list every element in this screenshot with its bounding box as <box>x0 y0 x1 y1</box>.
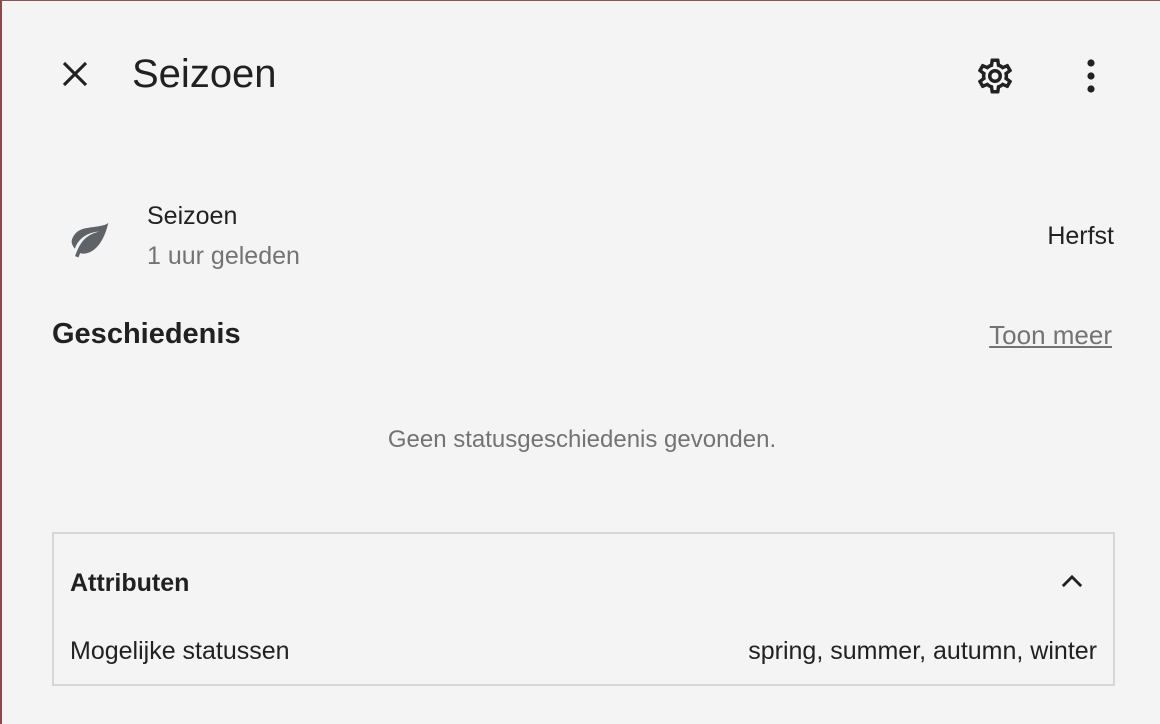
close-button[interactable] <box>50 49 100 99</box>
leaf-icon <box>68 217 112 261</box>
show-more-link[interactable]: Toon meer <box>989 319 1112 351</box>
dialog-header: Seizoen <box>2 1 1160 151</box>
dialog-title: Seizoen <box>132 52 277 96</box>
chevron-up-icon <box>1058 567 1086 595</box>
entity-state-row: Seizoen 1 uur geleden Herfst <box>52 197 1114 277</box>
attribute-label: Mogelijke statussen <box>70 637 290 665</box>
empty-history-message: Geen statusgeschiedenis gevonden. <box>387 426 777 453</box>
attributes-panel: Attributen Mogelijke statussen spring, s… <box>52 532 1115 686</box>
entity-name: Seizoen <box>147 202 238 230</box>
more-info-dialog: Seizoen Seizoen 1 uur geleden Herfst Ges… <box>0 0 1160 724</box>
close-icon <box>58 57 92 91</box>
last-changed-time[interactable]: 1 uur geleden <box>147 241 300 271</box>
entity-state-value: Herfst <box>1047 222 1114 250</box>
attributes-heading[interactable]: Attributen <box>70 568 189 598</box>
settings-button[interactable] <box>968 49 1022 103</box>
attributes-collapse-button[interactable] <box>1055 564 1089 598</box>
gear-icon <box>974 55 1016 97</box>
history-heading: Geschiedenis <box>52 318 241 350</box>
more-vertical-icon <box>1085 58 1097 94</box>
attribute-value: spring, summer, autumn, winter <box>748 637 1097 665</box>
more-options-button[interactable] <box>1066 49 1116 103</box>
